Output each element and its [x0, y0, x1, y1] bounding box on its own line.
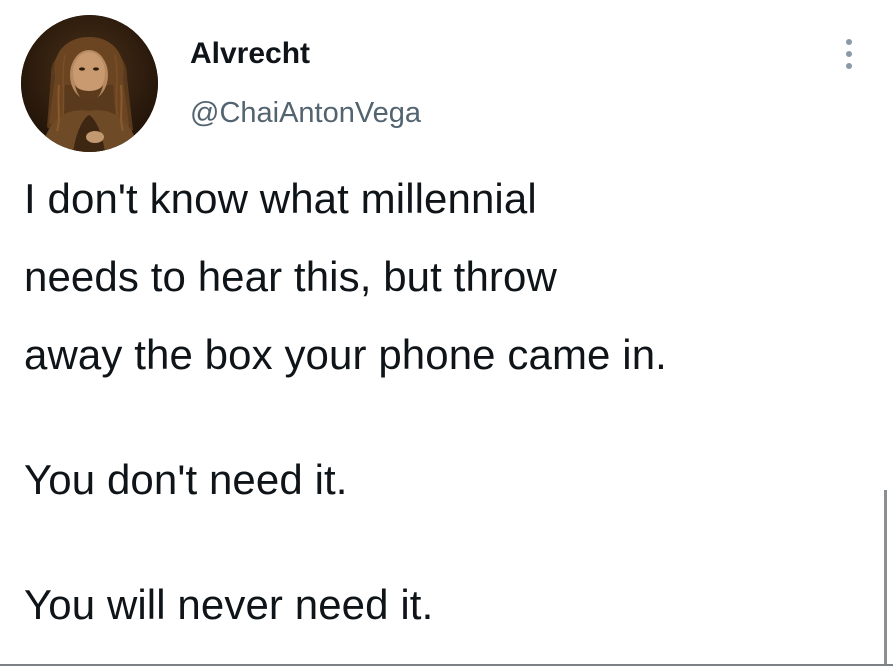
more-options-button[interactable] — [834, 34, 864, 74]
tweet-text-line: You don't need it. — [24, 456, 348, 503]
more-dot — [846, 63, 852, 69]
more-dot — [846, 51, 852, 57]
tweet-card: Alvrecht @ChaiAntonVega I don't know wha… — [0, 0, 893, 666]
portrait-avatar-icon — [21, 15, 158, 152]
avatar[interactable] — [21, 15, 158, 152]
tweet-text: I don't know what millennial needs to he… — [24, 160, 884, 644]
tweet-text-line: You will never need it. — [24, 581, 434, 628]
tweet-text-line: I don't know what millennial — [24, 175, 537, 222]
display-name[interactable]: Alvrecht — [190, 36, 310, 72]
more-dot — [846, 39, 852, 45]
user-handle[interactable]: @ChaiAntonVega — [190, 96, 421, 130]
tweet-text-line: away the box your phone came in. — [24, 331, 667, 378]
tweet-text-line: needs to hear this, but throw — [24, 253, 557, 300]
scrollbar[interactable] — [884, 490, 887, 666]
